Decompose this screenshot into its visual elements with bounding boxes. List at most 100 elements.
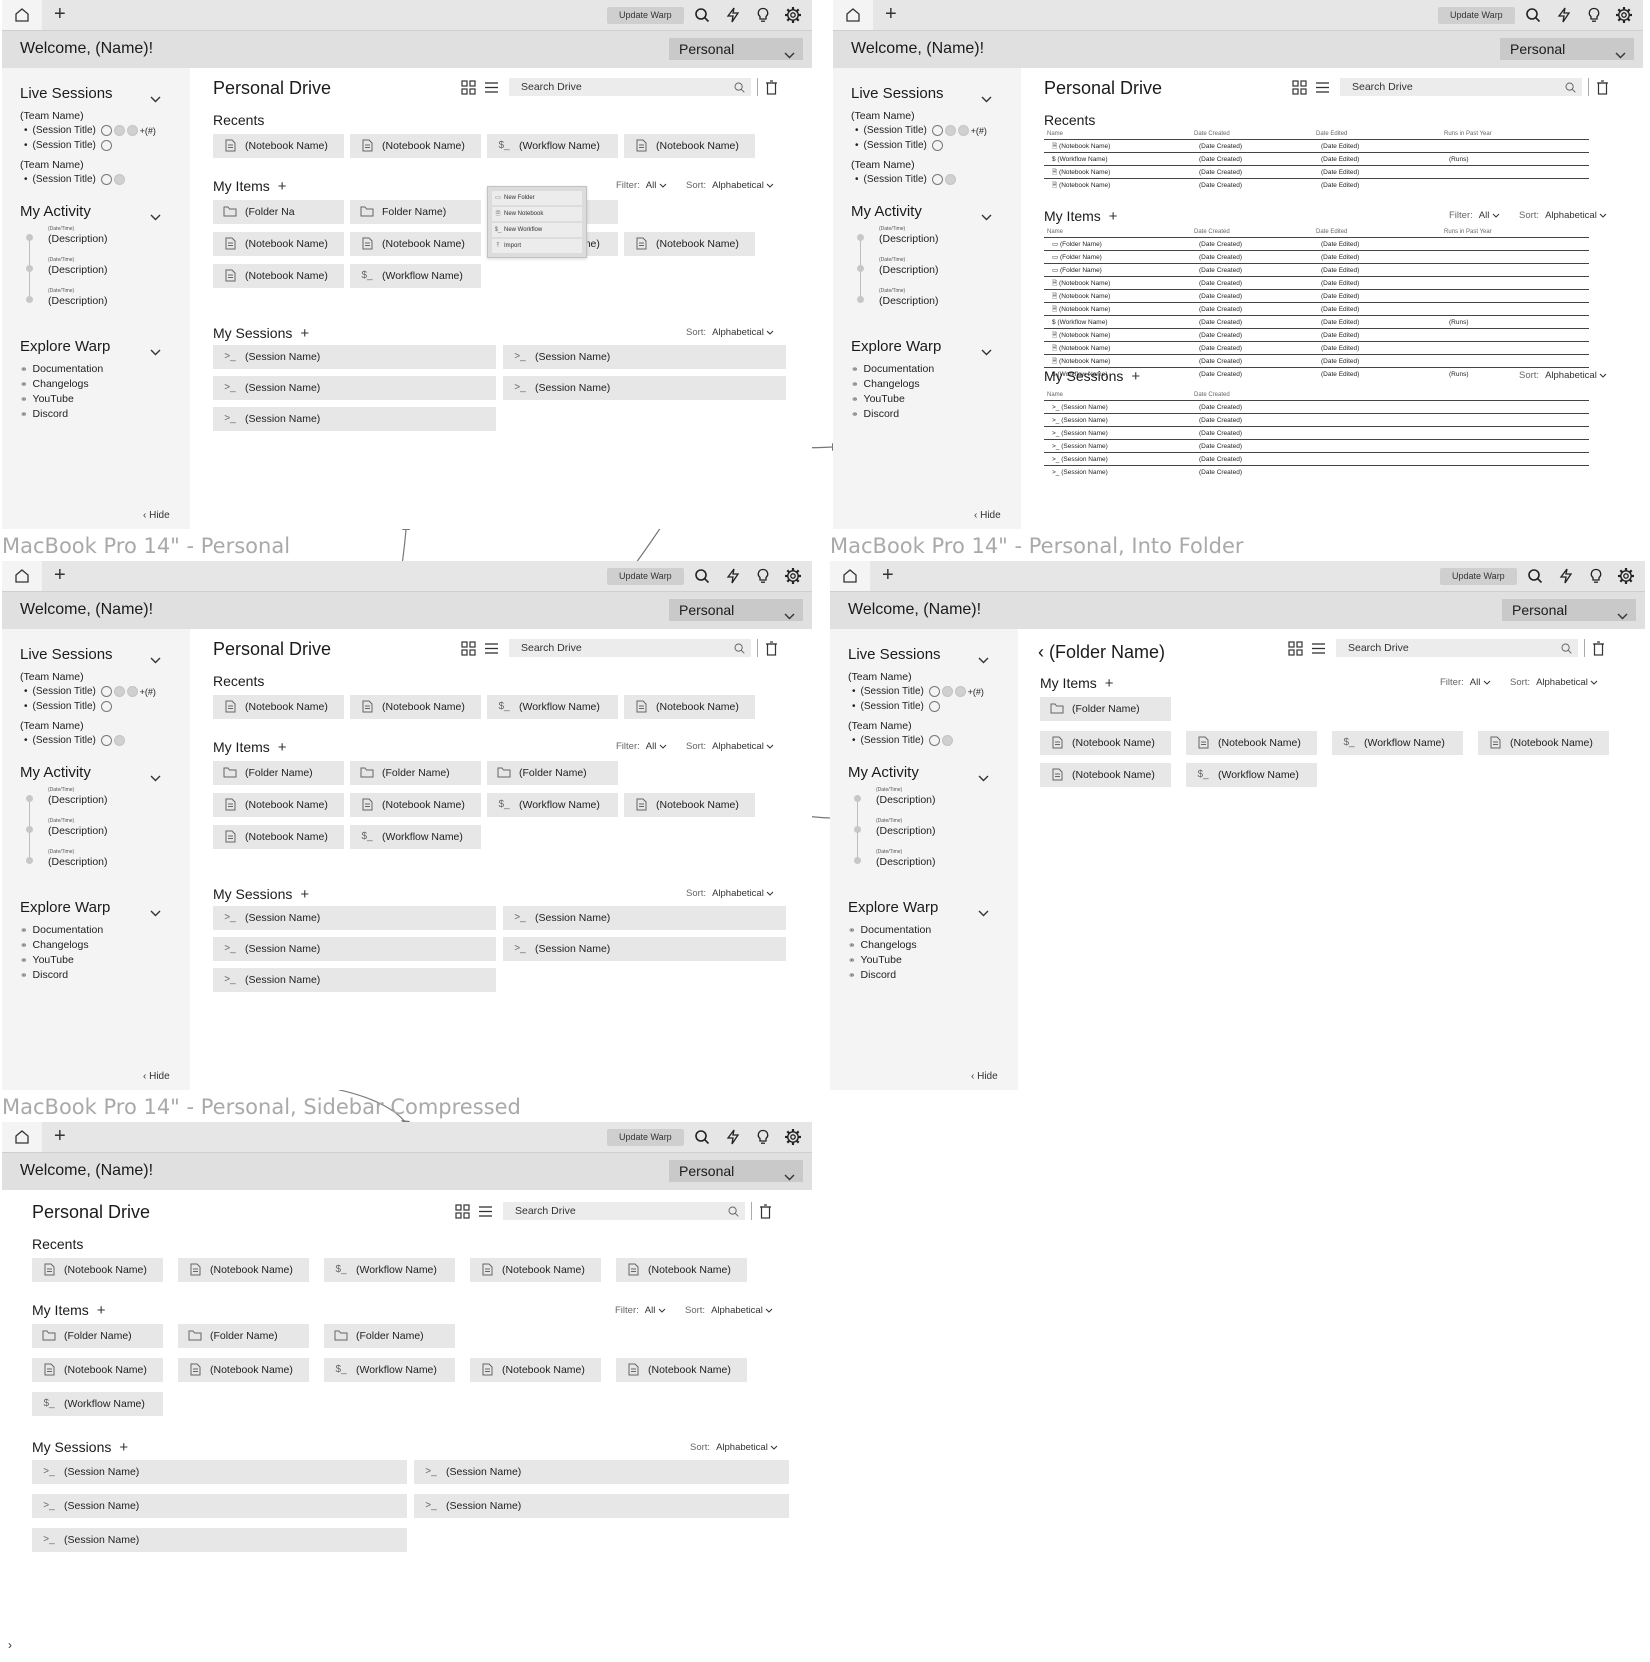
my-activity-heading[interactable]: My Activity [848,764,919,781]
gear-icon[interactable] [783,5,803,25]
notebook-card[interactable]: (Notebook Name) [178,1258,309,1282]
menu-item-new-workflow[interactable]: $_ New Workflow [492,223,582,237]
sidebar-link-youtube[interactable]: ⚭ YouTube [848,954,902,966]
workspace-select[interactable]: Personal [1500,38,1634,60]
notebook-card[interactable]: (Notebook Name) [1478,731,1609,755]
workflow-card[interactable]: $_ (Workflow Name) [1186,763,1317,787]
session-title[interactable]: (Session Title) [24,735,125,746]
sidebar-link-changelogs[interactable]: ⚭ Changelogs [848,939,917,951]
notebook-card[interactable]: (Notebook Name) [624,793,755,817]
activity-description[interactable]: (Description) [876,794,936,806]
list-view-icon[interactable] [1315,80,1330,100]
notebook-card[interactable]: (Notebook Name) [213,264,344,288]
add-icon[interactable]: + [278,739,287,756]
new-tab-button[interactable]: + [54,1125,66,1147]
table-row[interactable]: >_ (Session Name) (Date Created) [1044,465,1589,479]
activity-description[interactable]: (Description) [876,856,936,868]
search-drive-input[interactable]: Search Drive [509,639,751,657]
bolt-icon[interactable] [723,1127,743,1147]
notebook-card[interactable]: (Notebook Name) [616,1358,747,1382]
update-warp-button[interactable]: Update Warp [607,568,684,585]
table-row[interactable]: 🗎 (Notebook Name) (Date Created) (Date Edi… [1044,341,1589,355]
search-drive-input[interactable]: Search Drive [1340,78,1582,96]
lightbulb-icon[interactable] [1586,566,1606,586]
trash-icon[interactable] [765,80,778,100]
sidebar-link-documentation[interactable]: ⚭ Documentation [20,924,103,936]
list-view-icon[interactable] [484,80,499,100]
notebook-card[interactable]: (Notebook Name) [213,793,344,817]
table-row[interactable]: 🗎 (Notebook Name) (Date Created) (Date Edi… [1044,289,1589,303]
chevron-down-icon[interactable] [978,651,989,669]
table-row[interactable]: $ (Workflow Name) (Date Created) (Date Edi… [1044,315,1589,329]
new-tab-button[interactable]: + [882,564,894,586]
session-title[interactable]: (Session Title) [855,174,956,185]
sidebar-link-youtube[interactable]: ⚭ YouTube [851,393,905,405]
session-title[interactable]: (Session Title) [855,140,943,151]
explore-warp-heading[interactable]: Explore Warp [20,899,110,916]
notebook-card[interactable]: (Notebook Name) [213,825,344,849]
sort-select[interactable]: Sort: Alphabetical [685,1305,773,1316]
chevron-down-icon[interactable] [150,343,161,361]
explore-warp-heading[interactable]: Explore Warp [848,899,938,916]
notebook-card[interactable]: (Notebook Name) [1040,731,1171,755]
home-icon[interactable] [830,561,870,591]
session-card[interactable]: >_ (Session Name) [213,937,496,961]
table-row[interactable]: >_ (Session Name) (Date Created) [1044,413,1589,427]
notebook-card[interactable]: (Notebook Name) [32,1258,163,1282]
workflow-card[interactable]: $_ (Workflow Name) [1332,731,1463,755]
sort-select[interactable]: Sort: Alphabetical [1519,370,1607,381]
chevron-down-icon[interactable] [978,904,989,922]
session-card[interactable]: >_ (Session Name) [213,345,496,369]
search-icon[interactable] [692,566,712,586]
notebook-card[interactable]: (Notebook Name) [470,1358,601,1382]
sort-select[interactable]: Sort: Alphabetical [686,327,774,338]
chevron-down-icon[interactable] [150,208,161,226]
lightbulb-icon[interactable] [753,1127,773,1147]
workflow-card[interactable]: $_ (Workflow Name) [324,1258,455,1282]
workflow-card[interactable]: $_ (Workflow Name) [487,695,618,719]
menu-item-import[interactable]: ⤒ Import [492,239,582,253]
live-sessions-heading[interactable]: Live Sessions [851,85,944,102]
session-card[interactable]: >_ (Session Name) [213,407,496,431]
sidebar-link-youtube[interactable]: ⚭ YouTube [20,393,74,405]
session-title[interactable]: (Session Title) [24,701,112,712]
filter-select[interactable]: Filter: All [1449,210,1500,221]
bolt-icon[interactable] [723,5,743,25]
gear-icon[interactable] [1616,566,1636,586]
session-card[interactable]: >_ (Session Name) [503,937,786,961]
table-row[interactable]: >_ (Session Name) (Date Created) [1044,452,1589,466]
table-row[interactable]: >_ (Session Name) (Date Created) [1044,426,1589,440]
notebook-card[interactable]: (Notebook Name) [1186,731,1317,755]
workspace-select[interactable]: Personal [1502,599,1636,621]
activity-description[interactable]: (Description) [48,794,108,806]
sidebar-link-documentation[interactable]: ⚭ Documentation [851,363,934,375]
activity-description[interactable]: (Description) [48,233,108,245]
folder-card[interactable]: (Folder Name) [350,761,481,785]
sort-select[interactable]: Sort: Alphabetical [686,741,774,752]
folder-back-button[interactable]: ‹ (Folder Name) [1038,642,1165,663]
list-view-icon[interactable] [484,641,499,661]
list-view-icon[interactable] [478,1204,493,1224]
add-icon[interactable]: + [300,886,309,903]
session-card[interactable]: >_ (Session Name) [414,1460,789,1484]
session-card[interactable]: >_ (Session Name) [503,906,786,930]
filter-select[interactable]: Filter: All [616,741,667,752]
activity-description[interactable]: (Description) [48,825,108,837]
activity-description[interactable]: (Description) [879,264,939,276]
notebook-card[interactable]: (Notebook Name) [213,232,344,256]
folder-card[interactable]: (Folder Name) [32,1324,163,1348]
folder-card[interactable]: (Folder Name) [213,761,344,785]
search-drive-input[interactable]: Search Drive [1336,639,1578,657]
table-row[interactable]: >_ (Session Name) (Date Created) [1044,439,1589,453]
search-icon[interactable] [692,1127,712,1147]
trash-icon[interactable] [1596,80,1609,100]
table-row[interactable]: ▭ (Folder Name) (Date Created) (Date Edite… [1044,250,1589,264]
hide-sidebar-button[interactable]: ‹ Hide [143,510,170,521]
session-title[interactable]: (Session Title) [852,701,940,712]
hide-sidebar-button[interactable]: ‹ Hide [971,1071,998,1082]
chevron-down-icon[interactable] [150,90,161,108]
explore-warp-heading[interactable]: Explore Warp [851,338,941,355]
list-view-icon[interactable] [1311,641,1326,661]
workspace-select[interactable]: Personal [669,1160,803,1182]
session-card[interactable]: >_ (Session Name) [213,376,496,400]
